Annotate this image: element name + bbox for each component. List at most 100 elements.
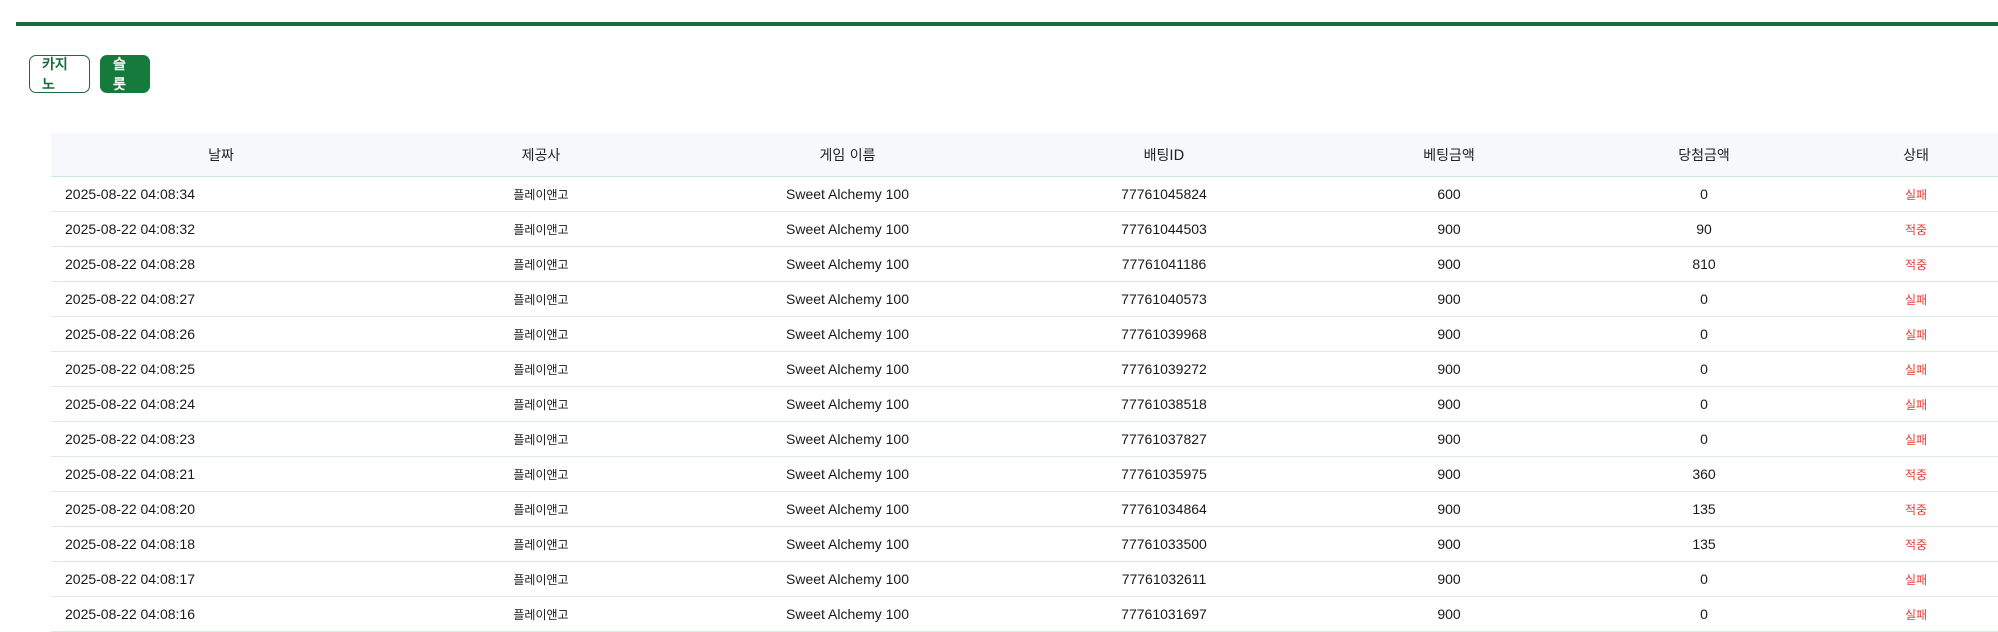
cell-bet-amount: 900 — [1324, 421, 1574, 457]
cell-game-name: Sweet Alchemy 100 — [691, 561, 1004, 597]
cell-status: 실패 — [1834, 176, 1998, 212]
table-row: 2025-08-22 04:08:28 플레이앤고 Sweet Alchemy 10… — [51, 246, 1998, 282]
cell-provider: 플레이앤고 — [391, 351, 691, 387]
cell-bet-id: 77761044503 — [1004, 211, 1324, 247]
table-row: 2025-08-22 04:08:32 플레이앤고 Sweet Alchemy 10… — [51, 211, 1998, 247]
cell-bet-id: 77761037827 — [1004, 421, 1324, 457]
cell-win-amount: 0 — [1574, 561, 1834, 597]
table-row: 2025-08-22 04:08:26 플레이앤고 Sweet Alchemy 10… — [51, 316, 1998, 352]
cell-game-name: Sweet Alchemy 100 — [691, 491, 1004, 527]
cell-provider: 플레이앤고 — [391, 176, 691, 212]
cell-provider: 플레이앤고 — [391, 456, 691, 492]
cell-bet-id: 77761035975 — [1004, 456, 1324, 492]
table-header-row: 날짜 제공사 게임 이름 배팅ID 베팅금액 당첨금액 상태 — [51, 133, 1998, 177]
cell-status: 적중 — [1834, 456, 1998, 492]
cell-date: 2025-08-22 04:08:21 — [51, 456, 391, 492]
cell-game-name: Sweet Alchemy 100 — [691, 316, 1004, 352]
cell-status: 적중 — [1834, 526, 1998, 562]
cell-win-amount: 135 — [1574, 491, 1834, 527]
cell-bet-id: 77761032611 — [1004, 561, 1324, 597]
cell-game-name: Sweet Alchemy 100 — [691, 211, 1004, 247]
cell-bet-amount: 600 — [1324, 176, 1574, 212]
cell-game-name: Sweet Alchemy 100 — [691, 596, 1004, 632]
cell-date: 2025-08-22 04:08:23 — [51, 421, 391, 457]
table-row: 2025-08-22 04:08:27 플레이앤고 Sweet Alchemy 10… — [51, 281, 1998, 317]
cell-date: 2025-08-22 04:08:20 — [51, 491, 391, 527]
table-row: 2025-08-22 04:08:17 플레이앤고 Sweet Alchemy 10… — [51, 561, 1998, 597]
cell-win-amount: 360 — [1574, 456, 1834, 492]
header-status: 상태 — [1834, 133, 1998, 177]
cell-win-amount: 0 — [1574, 596, 1834, 632]
cell-provider: 플레이앤고 — [391, 596, 691, 632]
header-bet-id: 배팅ID — [1004, 133, 1324, 177]
cell-bet-amount: 900 — [1324, 526, 1574, 562]
cell-win-amount: 0 — [1574, 281, 1834, 317]
cell-date: 2025-08-22 04:08:26 — [51, 316, 391, 352]
cell-provider: 플레이앤고 — [391, 421, 691, 457]
cell-win-amount: 90 — [1574, 211, 1834, 247]
cell-status: 실패 — [1834, 421, 1998, 457]
cell-bet-id: 77761038518 — [1004, 386, 1324, 422]
cell-bet-amount: 900 — [1324, 316, 1574, 352]
cell-bet-id: 77761039272 — [1004, 351, 1324, 387]
cell-date: 2025-08-22 04:08:24 — [51, 386, 391, 422]
cell-bet-amount: 900 — [1324, 246, 1574, 282]
cell-status: 실패 — [1834, 596, 1998, 632]
cell-provider: 플레이앤고 — [391, 526, 691, 562]
cell-bet-id: 77761034864 — [1004, 491, 1324, 527]
category-tabs: 카지노 슬롯 — [29, 55, 150, 93]
header-game-name: 게임 이름 — [691, 133, 1004, 177]
table-row: 2025-08-22 04:08:21 플레이앤고 Sweet Alchemy 10… — [51, 456, 1998, 492]
cell-win-amount: 0 — [1574, 421, 1834, 457]
header-bet-amount: 베팅금액 — [1324, 133, 1574, 177]
header-date: 날짜 — [51, 133, 391, 177]
cell-game-name: Sweet Alchemy 100 — [691, 176, 1004, 212]
cell-date: 2025-08-22 04:08:18 — [51, 526, 391, 562]
table-row: 2025-08-22 04:08:24 플레이앤고 Sweet Alchemy 10… — [51, 386, 1998, 422]
cell-bet-id: 77761040573 — [1004, 281, 1324, 317]
cell-status: 실패 — [1834, 281, 1998, 317]
cell-game-name: Sweet Alchemy 100 — [691, 351, 1004, 387]
cell-status: 실패 — [1834, 386, 1998, 422]
cell-bet-amount: 900 — [1324, 596, 1574, 632]
header-provider: 제공사 — [391, 133, 691, 177]
cell-win-amount: 810 — [1574, 246, 1834, 282]
cell-win-amount: 135 — [1574, 526, 1834, 562]
cell-provider: 플레이앤고 — [391, 211, 691, 247]
cell-provider: 플레이앤고 — [391, 316, 691, 352]
table-row: 2025-08-22 04:08:16 플레이앤고 Sweet Alchemy 10… — [51, 596, 1998, 632]
cell-status: 적중 — [1834, 491, 1998, 527]
bet-history-table: 날짜 제공사 게임 이름 배팅ID 베팅금액 당첨금액 상태 2025-08-2… — [51, 133, 1998, 632]
cell-provider: 플레이앤고 — [391, 491, 691, 527]
cell-provider: 플레이앤고 — [391, 281, 691, 317]
cell-win-amount: 0 — [1574, 176, 1834, 212]
cell-date: 2025-08-22 04:08:16 — [51, 596, 391, 632]
table-row: 2025-08-22 04:08:18 플레이앤고 Sweet Alchemy 10… — [51, 526, 1998, 562]
cell-game-name: Sweet Alchemy 100 — [691, 281, 1004, 317]
header-win-amount: 당첨금액 — [1574, 133, 1834, 177]
cell-game-name: Sweet Alchemy 100 — [691, 456, 1004, 492]
cell-bet-amount: 900 — [1324, 351, 1574, 387]
cell-bet-amount: 900 — [1324, 281, 1574, 317]
cell-status: 실패 — [1834, 316, 1998, 352]
cell-status: 실패 — [1834, 561, 1998, 597]
cell-win-amount: 0 — [1574, 386, 1834, 422]
top-divider — [16, 22, 1998, 26]
cell-game-name: Sweet Alchemy 100 — [691, 246, 1004, 282]
cell-provider: 플레이앤고 — [391, 561, 691, 597]
cell-date: 2025-08-22 04:08:27 — [51, 281, 391, 317]
cell-game-name: Sweet Alchemy 100 — [691, 526, 1004, 562]
cell-date: 2025-08-22 04:08:28 — [51, 246, 391, 282]
cell-status: 실패 — [1834, 351, 1998, 387]
cell-date: 2025-08-22 04:08:32 — [51, 211, 391, 247]
cell-win-amount: 0 — [1574, 316, 1834, 352]
cell-win-amount: 0 — [1574, 351, 1834, 387]
cell-bet-id: 77761031697 — [1004, 596, 1324, 632]
tab-casino[interactable]: 카지노 — [29, 55, 90, 93]
cell-bet-id: 77761045824 — [1004, 176, 1324, 212]
table-row: 2025-08-22 04:08:20 플레이앤고 Sweet Alchemy 10… — [51, 491, 1998, 527]
cell-bet-id: 77761041186 — [1004, 246, 1324, 282]
tab-slot[interactable]: 슬롯 — [100, 55, 150, 93]
table-row: 2025-08-22 04:08:25 플레이앤고 Sweet Alchemy 10… — [51, 351, 1998, 387]
cell-game-name: Sweet Alchemy 100 — [691, 386, 1004, 422]
